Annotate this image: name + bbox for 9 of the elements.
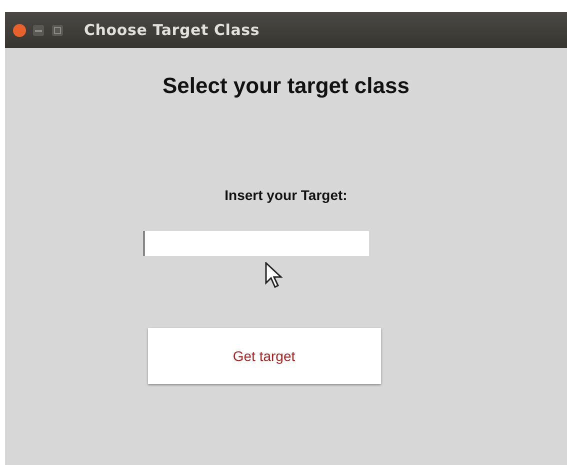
window-title: Choose Target Class bbox=[84, 21, 260, 39]
maximize-icon[interactable] bbox=[51, 24, 64, 36]
target-field[interactable] bbox=[143, 231, 369, 256]
minimize-icon[interactable] bbox=[32, 24, 45, 36]
field-label: Insert your Target: bbox=[224, 187, 348, 203]
heading: Select your target class bbox=[162, 73, 410, 99]
get-target-button[interactable]: Get target bbox=[148, 328, 380, 384]
mouse-pointer-icon bbox=[265, 262, 283, 288]
close-icon[interactable] bbox=[13, 24, 26, 36]
